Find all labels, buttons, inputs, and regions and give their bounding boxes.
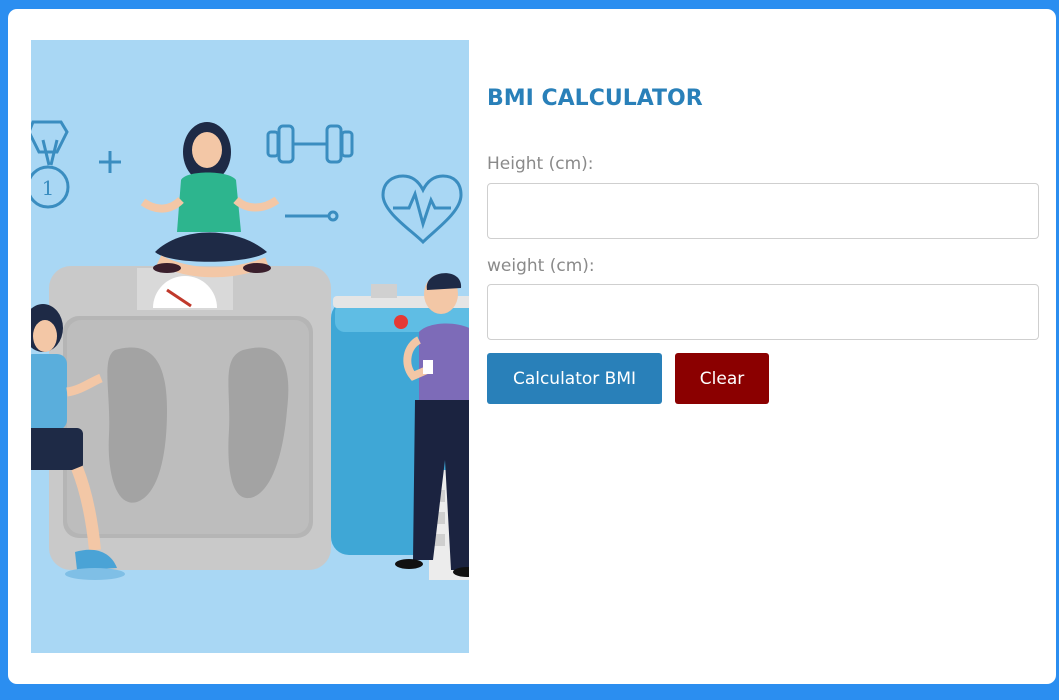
weight-label: weight (cm):	[487, 256, 595, 276]
clear-button[interactable]: Clear	[675, 353, 769, 404]
height-label: Height (cm):	[487, 154, 594, 174]
fitness-illustration: 1	[31, 40, 469, 653]
fitness-scene-image: 1	[31, 40, 469, 653]
calculate-bmi-button[interactable]: Calculator BMI	[487, 353, 662, 404]
weight-input[interactable]	[487, 284, 1039, 340]
svg-text:1: 1	[42, 176, 55, 200]
page-title: BMI CALCULATOR	[487, 86, 703, 111]
height-input[interactable]	[487, 183, 1039, 239]
